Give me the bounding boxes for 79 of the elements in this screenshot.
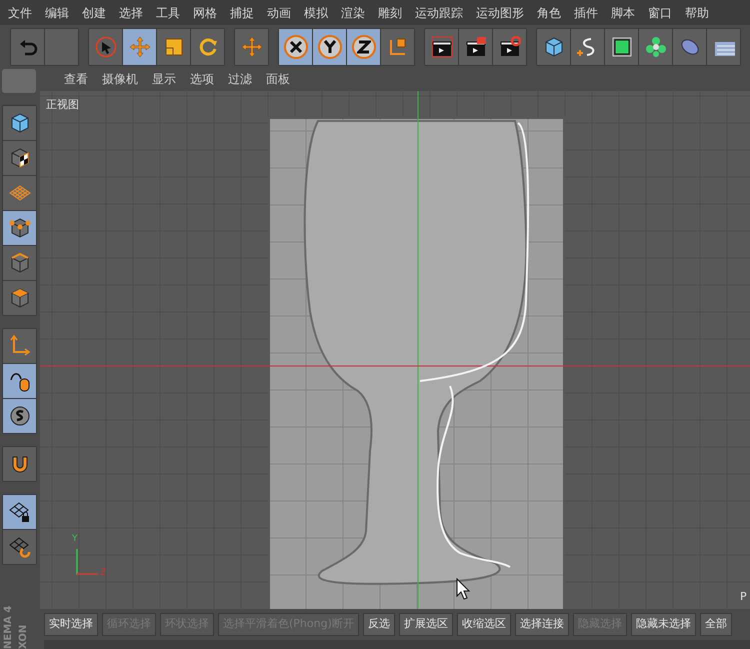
menu-item[interactable]: 帮助	[685, 4, 709, 22]
grid-lock-icon	[8, 501, 30, 523]
view-menu-item[interactable]: 查看	[64, 70, 88, 88]
menu-item[interactable]: 渲染	[341, 4, 365, 22]
menu-item[interactable]: 运动跟踪	[415, 4, 463, 22]
tool-button[interactable]	[3, 246, 36, 280]
scale-icon	[162, 36, 184, 58]
toolbar-button[interactable]	[459, 29, 492, 65]
tool-button[interactable]	[3, 141, 36, 175]
menu-item[interactable]: 脚本	[611, 4, 635, 22]
toolbar-button[interactable]	[279, 29, 312, 65]
axis-label: Z	[100, 567, 106, 580]
tool-button[interactable]	[3, 106, 36, 140]
mouse-icon	[8, 370, 30, 392]
tool-button[interactable]	[3, 281, 36, 315]
axis-z-icon	[352, 35, 376, 59]
menu-item[interactable]: 模拟	[304, 4, 328, 22]
axis-label: Y	[72, 533, 78, 546]
cube-edges-icon	[8, 252, 30, 274]
snap-icon	[8, 405, 30, 427]
axis-gizmo	[76, 549, 98, 575]
selection-button[interactable]: 反选	[362, 613, 395, 636]
grid-rotate-icon	[8, 536, 30, 558]
render-region-icon	[464, 36, 486, 58]
menu-item[interactable]: 角色	[537, 4, 561, 22]
toolbar-button[interactable]	[425, 29, 458, 65]
menu-item[interactable]: 捕捉	[230, 4, 254, 22]
view-menu-item[interactable]: 显示	[152, 70, 176, 88]
selection-button[interactable]: 扩展选区	[398, 613, 453, 636]
menu-item[interactable]: 编辑	[45, 4, 69, 22]
tool-button[interactable]	[3, 211, 36, 245]
menu-item[interactable]: 雕刻	[378, 4, 402, 22]
flower-icon	[644, 36, 666, 58]
logo-text: NEMA 4	[2, 604, 15, 649]
viewport-label: 正视图	[46, 97, 79, 113]
checker-cube-icon	[8, 147, 30, 169]
toolbar-button[interactable]	[605, 29, 638, 65]
move-icon	[240, 36, 262, 58]
framed-cube-icon	[610, 36, 632, 58]
view-menu-item[interactable]: 摄像机	[102, 70, 138, 88]
move-icon	[128, 36, 150, 58]
menu-item[interactable]: 动画	[267, 4, 291, 22]
selection-button[interactable]: 实时选择	[44, 613, 98, 636]
view-menu-item[interactable]: 过滤	[228, 70, 252, 88]
tool-button[interactable]	[3, 399, 36, 433]
selection-button[interactable]: 隐藏未选择	[630, 613, 696, 636]
menu-item[interactable]: 窗口	[648, 4, 672, 22]
menu-item[interactable]: 文件	[8, 4, 32, 22]
view-menu-item[interactable]: 选项	[190, 70, 214, 88]
toolbar-button[interactable]	[313, 29, 346, 65]
tool-button[interactable]	[3, 530, 36, 564]
menu-item[interactable]: 工具	[156, 4, 180, 22]
axis-x-icon	[284, 35, 308, 59]
menu-item[interactable]: 选择	[119, 4, 143, 22]
view-menu-item[interactable]: 面板	[266, 70, 290, 88]
menu-item[interactable]: 运动图形	[476, 4, 524, 22]
selection-button[interactable]: 收缩选区	[456, 613, 511, 636]
tool-button[interactable]	[3, 495, 36, 529]
menu-item[interactable]: 创建	[82, 4, 106, 22]
corner-text: P	[740, 589, 747, 605]
toolbar-button[interactable]	[537, 29, 570, 65]
cube-face-icon	[8, 287, 30, 309]
logo-text: XON	[17, 624, 30, 649]
axis-y-icon	[318, 35, 342, 59]
tool-button[interactable]	[3, 364, 36, 398]
axis-icon	[8, 335, 30, 357]
cube-icon	[8, 112, 30, 134]
cube-points-icon	[8, 217, 30, 239]
toolbar-button[interactable]	[493, 29, 526, 65]
selection-button[interactable]: 选择连接	[514, 613, 569, 636]
selection-button[interactable]: 全部	[700, 613, 732, 636]
render-view-icon	[430, 36, 452, 58]
menu-item[interactable]: 插件	[574, 4, 598, 22]
tool-button[interactable]	[3, 447, 36, 481]
render-settings-icon	[498, 36, 520, 58]
cursor-icon	[456, 578, 470, 600]
toolbar-button[interactable]	[347, 29, 380, 65]
cube-icon	[542, 36, 564, 58]
menu-item[interactable]: 网格	[193, 4, 217, 22]
